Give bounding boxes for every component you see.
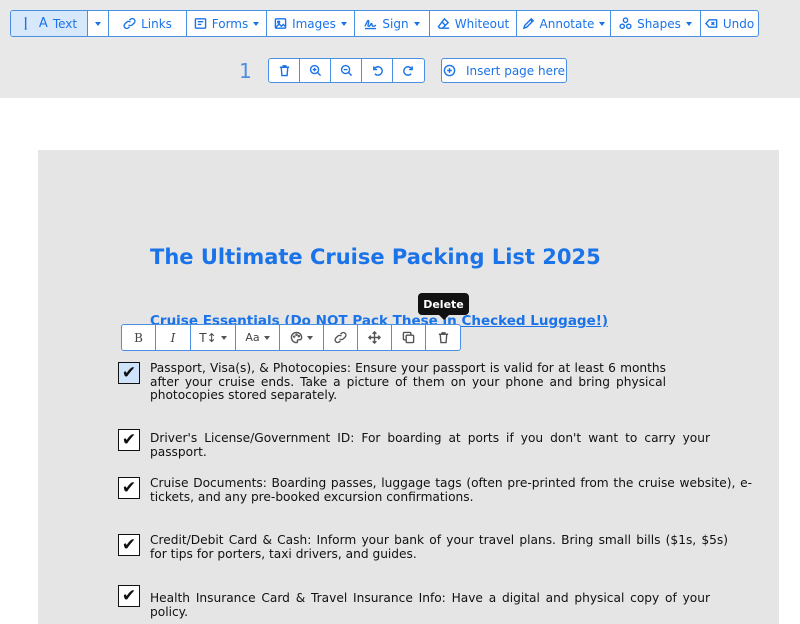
plus-circle-icon	[443, 64, 456, 77]
page-actions	[268, 58, 425, 83]
image-icon	[274, 18, 287, 29]
check-mark: ✔	[121, 534, 137, 555]
delete-page-button[interactable]	[269, 59, 300, 82]
links-label: Links	[141, 16, 172, 31]
checklist-item-text[interactable]: Driver's License/Government ID: For boar…	[150, 431, 710, 459]
checklist-item-text[interactable]: Cruise Documents: Boarding passes, lugga…	[150, 476, 752, 504]
whiteout-label: Whiteout	[454, 16, 510, 31]
checkbox-item-2[interactable]: ✔	[118, 429, 140, 451]
text-tool-label: Text	[52, 16, 78, 31]
text-size-button[interactable]: T↕	[191, 325, 236, 350]
shapes-label: Shapes	[637, 16, 681, 31]
text-format-toolbar: B I T↕ Aa	[121, 324, 461, 351]
checklist-item-text[interactable]: Health Insurance Card & Travel Insurance…	[150, 591, 710, 619]
text-tool-dropdown-button[interactable]	[88, 11, 109, 36]
palette-icon	[290, 331, 303, 344]
form-icon	[194, 18, 207, 29]
text-cursor-icon	[24, 17, 27, 30]
undo-icon	[704, 19, 718, 28]
italic-button[interactable]: I	[156, 325, 191, 350]
zoom-out-icon	[340, 64, 352, 77]
duplicate-button[interactable]	[392, 325, 426, 350]
main-toolbar: A Text Links Forms Images Sign Whiteout	[10, 10, 759, 37]
check-mark: ✔	[121, 585, 137, 606]
rotate-right-icon	[403, 66, 413, 76]
top-bar: A Text Links Forms Images Sign Whiteout	[0, 0, 800, 98]
link-icon	[334, 331, 347, 344]
undo-button[interactable]: Undo	[701, 11, 758, 36]
link-button[interactable]	[324, 325, 358, 350]
move-button[interactable]	[358, 325, 392, 350]
check-mark: ✔	[121, 477, 137, 498]
text-size-caret-icon	[220, 335, 227, 340]
checklist-item-text[interactable]: Passport, Visa(s), & Photocopies: Ensure…	[150, 361, 666, 403]
signature-icon	[364, 19, 377, 30]
zoom-in-button[interactable]	[300, 59, 331, 82]
page-number: 1	[239, 58, 252, 83]
forms-caret-icon	[253, 21, 260, 26]
check-mark: ✔	[121, 362, 137, 383]
trash-icon	[438, 332, 448, 344]
checkbox-item-5[interactable]: ✔	[118, 585, 140, 607]
move-icon	[368, 331, 381, 344]
annotate-label: Annotate	[539, 16, 595, 31]
font-caret-icon	[263, 335, 270, 340]
italic-label: I	[170, 330, 176, 345]
bold-button[interactable]: B	[122, 325, 156, 350]
link-icon	[123, 17, 136, 30]
font-button[interactable]: Aa	[236, 325, 280, 350]
delete-button[interactable]	[426, 325, 460, 350]
insert-page-button[interactable]: Insert page here	[441, 58, 567, 83]
pencil-icon	[522, 17, 534, 30]
shapes-button[interactable]: Shapes	[611, 11, 701, 36]
links-button[interactable]: Links	[109, 11, 187, 36]
forms-label: Forms	[211, 16, 249, 31]
delete-tooltip: Delete	[418, 293, 469, 320]
font-label: Aa	[245, 331, 260, 344]
rotate-right-button[interactable]	[393, 59, 424, 82]
images-caret-icon	[340, 21, 347, 26]
checkbox-item-3[interactable]: ✔	[118, 477, 140, 499]
sign-label: Sign	[382, 16, 409, 31]
shapes-icon	[619, 17, 632, 30]
insert-page-label: Insert page here	[465, 63, 566, 78]
bold-label: B	[134, 330, 143, 345]
eraser-icon	[437, 17, 449, 29]
whiteout-button[interactable]: Whiteout	[430, 11, 517, 36]
checkbox-item-4[interactable]: ✔	[118, 534, 140, 556]
tooltip-label: Delete	[423, 297, 464, 311]
text-size-label: T↕	[199, 330, 217, 345]
text-tool-glyph: A	[38, 16, 48, 31]
rotate-left-button[interactable]	[362, 59, 393, 82]
document-title[interactable]: The Ultimate Cruise Packing List 2025	[150, 245, 601, 269]
sign-caret-icon	[413, 21, 420, 26]
forms-button[interactable]: Forms	[187, 11, 267, 36]
color-button[interactable]	[280, 325, 324, 350]
check-mark: ✔	[121, 429, 137, 450]
sign-button[interactable]: Sign	[355, 11, 430, 36]
color-caret-icon	[307, 335, 313, 340]
annotate-button[interactable]: Annotate	[517, 11, 611, 36]
checkbox-item-1[interactable]: ✔	[118, 362, 140, 384]
caret-down-icon	[95, 21, 101, 26]
checklist-item-text[interactable]: Credit/Debit Card & Cash: Inform your ba…	[150, 533, 728, 561]
zoom-in-icon	[309, 64, 321, 77]
undo-label: Undo	[722, 16, 755, 31]
rotate-left-icon	[372, 66, 383, 76]
images-label: Images	[292, 16, 336, 31]
annotate-caret-icon	[599, 21, 606, 26]
text-tool-button[interactable]: A Text	[11, 11, 88, 36]
trash-icon	[279, 65, 289, 77]
images-button[interactable]: Images	[267, 11, 355, 36]
copy-icon	[402, 331, 415, 344]
zoom-out-button[interactable]	[331, 59, 362, 82]
shapes-caret-icon	[685, 21, 692, 26]
page-controls: 1	[239, 58, 425, 83]
